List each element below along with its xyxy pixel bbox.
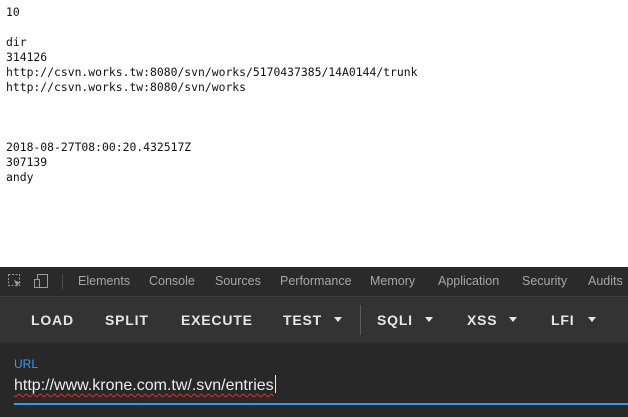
tab-sources[interactable]: Sources xyxy=(215,267,261,296)
tab-memory[interactable]: Memory xyxy=(370,267,415,296)
devtools-tabbar: Elements Console Sources Performance Mem… xyxy=(0,267,628,297)
text-caret xyxy=(274,375,276,393)
text-line: http://csvn.works.tw:8080/svn/works xyxy=(6,80,247,94)
text-line: 2018-08-27T08:00:20.432517Z xyxy=(6,140,192,154)
inspect-element-icon[interactable] xyxy=(7,273,23,289)
svn-entries-text: 10 dir 314126 http://csvn.works.tw:8080/… xyxy=(6,5,417,185)
page-content: 10 dir 314126 http://csvn.works.tw:8080/… xyxy=(0,0,628,267)
text-line: 314126 xyxy=(6,50,48,64)
device-toolbar-icon[interactable] xyxy=(34,273,50,289)
text-line xyxy=(6,125,417,140)
text-line xyxy=(6,110,417,125)
url-input-underline xyxy=(14,403,628,405)
text-line xyxy=(6,20,417,35)
url-input-value[interactable]: http://www.krone.com.tw/.svn/entries xyxy=(14,377,274,394)
chevron-down-icon xyxy=(334,317,342,322)
chevron-down-icon xyxy=(425,317,433,322)
tab-console[interactable]: Console xyxy=(149,267,195,296)
text-line: dir xyxy=(6,35,27,49)
text-line: http://csvn.works.tw:8080/svn/works/5170… xyxy=(6,65,418,79)
text-line: 307139 xyxy=(6,155,48,169)
chevron-down-icon xyxy=(588,317,596,322)
text-line: andy xyxy=(6,170,34,184)
url-field-container: URL http://www.krone.com.tw/.svn/entries xyxy=(0,343,628,417)
url-label: URL xyxy=(14,357,39,371)
lfi-menu-button[interactable]: LFI xyxy=(551,297,574,343)
hackbar-toolbar: LOAD SPLIT EXECUTE TEST SQLI XSS LFI xyxy=(0,297,628,343)
execute-button[interactable]: EXECUTE xyxy=(181,297,253,343)
tab-security[interactable]: Security xyxy=(522,267,567,296)
tab-audits[interactable]: Audits xyxy=(588,267,623,296)
url-input[interactable]: http://www.krone.com.tw/.svn/entries xyxy=(14,375,614,397)
text-line: 10 xyxy=(6,5,20,19)
tab-application[interactable]: Application xyxy=(438,267,499,296)
devtools-panel: Elements Console Sources Performance Mem… xyxy=(0,267,628,417)
chevron-down-icon xyxy=(509,317,517,322)
test-menu-button[interactable]: TEST xyxy=(283,297,322,343)
text-line xyxy=(6,95,417,110)
tab-separator xyxy=(62,274,63,289)
sqli-menu-button[interactable]: SQLI xyxy=(377,297,413,343)
split-button[interactable]: SPLIT xyxy=(105,297,149,343)
xss-menu-button[interactable]: XSS xyxy=(467,297,497,343)
load-button[interactable]: LOAD xyxy=(31,297,74,343)
tab-elements[interactable]: Elements xyxy=(78,267,130,296)
toolbar-divider xyxy=(360,305,361,335)
tab-performance[interactable]: Performance xyxy=(280,267,352,296)
